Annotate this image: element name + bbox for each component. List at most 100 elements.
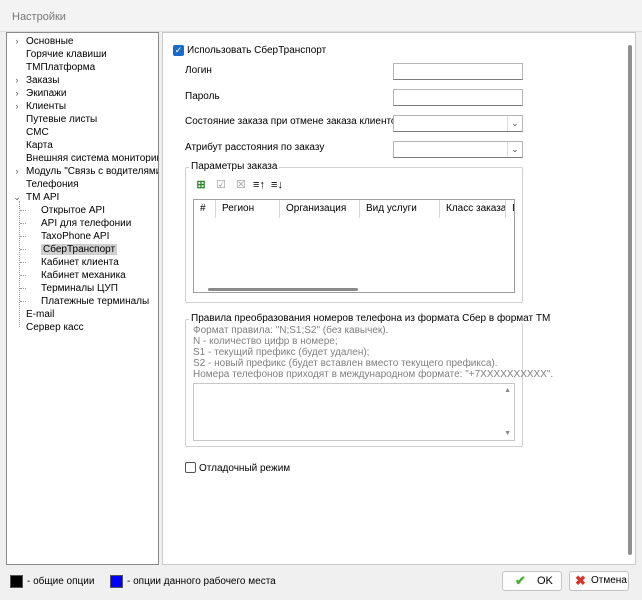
settings-panel: ✓ Использовать СберТранспорт Логин Парол… — [162, 32, 636, 565]
tree-item[interactable]: › Основные — [16, 35, 74, 48]
tree-item-label: Внешняя система мониторинга — [26, 153, 159, 164]
chevron-down-icon[interactable]: ⌄ — [12, 191, 22, 204]
tree-item[interactable]: Горячие клавиши — [26, 48, 107, 61]
tree-connector — [20, 275, 26, 276]
cancel-label: Отмена — [591, 575, 627, 586]
move-up-icon[interactable]: ≡↑ — [252, 178, 266, 192]
tree-item[interactable]: Кабинет клиента — [20, 256, 119, 269]
distance-attr-select[interactable]: ⌄ — [393, 141, 523, 158]
workplace-options-legend: - опции данного рабочего места — [127, 576, 276, 587]
column-header-order-class[interactable]: Класс заказа — [440, 200, 506, 218]
chevron-right-icon[interactable]: › — [12, 74, 22, 87]
phone-rules-hint-1: Формат правила: "N;S1;S2" (без кавычек). — [193, 325, 389, 336]
cancel-state-select[interactable]: ⌄ — [393, 115, 523, 132]
cancel-button[interactable]: ✖ Отмена — [569, 571, 629, 591]
tree-item[interactable]: › Заказы — [16, 74, 60, 87]
tree-item[interactable]: E-mail — [26, 308, 54, 321]
tree-item[interactable]: Открытое API — [20, 204, 105, 217]
tree-item-label: Основные — [26, 36, 74, 47]
tree-item[interactable]: Внешняя система мониторинга — [26, 152, 159, 165]
edit-icon[interactable]: ☑ — [214, 178, 228, 192]
table-horizontal-scrollbar[interactable] — [208, 288, 358, 291]
phone-rules-hint-4: S2 - новый префикс (будет вставлен вмест… — [193, 358, 498, 369]
tree-item-label: API для телефонии — [41, 218, 132, 229]
tree-item[interactable]: Карта — [26, 139, 53, 152]
tree-item-label: Кабинет клиента — [41, 257, 119, 268]
tree-item[interactable]: Сервер касс — [26, 321, 84, 334]
tree-item[interactable]: › Экипажи — [16, 87, 67, 100]
password-label: Пароль — [185, 91, 220, 102]
tree-item[interactable]: СберТранспорт — [20, 243, 118, 256]
use-sber-checkbox[interactable]: ✓ — [173, 45, 184, 56]
tree-item[interactable]: Кабинет механика — [20, 269, 126, 282]
title-bar: Настройки — [0, 0, 642, 32]
tree-item-label: СМС — [26, 127, 49, 138]
cancel-state-label: Состояние заказа при отмене заказа клиен… — [185, 116, 404, 127]
ok-button[interactable]: ✔ OK — [502, 571, 562, 591]
tree-item-label: E-mail — [26, 309, 55, 320]
tree-item[interactable]: API для телефонии — [20, 217, 132, 230]
tree-item[interactable]: ТМПлатформа — [26, 61, 95, 74]
column-header-service-type[interactable]: Вид услуги — [360, 200, 440, 218]
tree-item[interactable]: Телефония — [26, 178, 79, 191]
tree-item-label: ТМПлатформа — [26, 62, 96, 73]
tree-item-label: Заказы — [26, 75, 60, 86]
order-params-table[interactable]: # Регион Организация Вид услуги Класс за… — [193, 199, 515, 293]
tree-item-label: Терминалы ЦУП — [41, 283, 118, 294]
tree-item-label: Путевые листы — [26, 114, 98, 125]
window-title: Настройки — [12, 11, 66, 23]
tree-item[interactable]: › Модуль "Связь с водителями" — [16, 165, 159, 178]
common-options-swatch — [10, 575, 23, 588]
tree-connector — [20, 262, 26, 263]
column-header-region[interactable]: Регион — [216, 200, 280, 218]
phone-rules-hint-3: S1 - текущий префикс (будет удален); — [193, 347, 370, 358]
tree-item[interactable]: Путевые листы — [26, 113, 97, 126]
chevron-down-icon[interactable]: ⌄ — [507, 116, 522, 131]
chevron-down-icon[interactable]: ⌄ — [507, 142, 522, 157]
chevron-right-icon[interactable]: › — [12, 35, 22, 48]
chevron-right-icon[interactable]: › — [12, 87, 22, 100]
tree-item-label: Кабинет механика — [41, 270, 126, 281]
use-sber-label: Использовать СберТранспорт — [187, 45, 327, 56]
tree-item-label: ТМ API — [26, 192, 60, 203]
phone-rules-title: Правила преобразования номеров телефона … — [189, 313, 553, 324]
tree-item[interactable]: › Клиенты — [16, 100, 67, 113]
tree-connector — [20, 288, 26, 289]
column-header-organization[interactable]: Организация — [280, 200, 360, 218]
tree-item[interactable]: TaxoPhone API — [20, 230, 110, 243]
tree-item-label: TaxoPhone API — [41, 231, 110, 242]
phone-rules-hint-5: Номера телефонов приходят в международно… — [193, 369, 554, 380]
delete-icon[interactable]: ☒ — [234, 178, 248, 192]
column-header-number[interactable]: # — [194, 200, 216, 218]
tree-item[interactable]: СМС — [26, 126, 49, 139]
move-down-icon[interactable]: ≡↓ — [270, 178, 284, 192]
tree-connector — [19, 201, 20, 327]
chevron-right-icon[interactable]: › — [12, 100, 22, 113]
tree-item[interactable]: Платежные терминалы — [20, 295, 149, 308]
settings-tree[interactable]: › Основные Горячие клавиши ТМПлатформа › Зака… — [6, 32, 159, 565]
tree-item-label: Телефония — [26, 179, 79, 190]
debug-mode-checkbox[interactable] — [185, 462, 196, 473]
column-header-extra[interactable]: Ι — [506, 200, 514, 218]
password-input[interactable] — [393, 89, 523, 106]
add-icon[interactable]: ⊞ — [194, 178, 208, 192]
panel-scrollbar[interactable] — [628, 45, 632, 555]
phone-rules-hint-2: N - количество цифр в номере; — [193, 336, 338, 347]
footer: - общие опции - опции данного рабочего м… — [0, 566, 642, 600]
scroll-up-icon[interactable]: ▲ — [504, 387, 511, 394]
tree-connector — [20, 249, 26, 250]
distance-attr-label: Атрибут расстояния по заказу — [185, 142, 325, 153]
tree-item-label: СберТранспорт — [41, 244, 118, 255]
scroll-down-icon[interactable]: ▼ — [504, 430, 511, 437]
phone-rules-input[interactable]: ▲ ▼ — [193, 383, 515, 441]
tree-item[interactable]: Терминалы ЦУП — [20, 282, 118, 295]
login-input[interactable] — [393, 63, 523, 80]
tree-item-label: Клиенты — [26, 101, 67, 112]
chevron-right-icon[interactable]: › — [12, 165, 22, 178]
ok-label: OK — [537, 575, 553, 587]
tree-connector — [20, 210, 26, 211]
common-options-legend: - общие опции — [27, 576, 95, 587]
checkmark-icon: ✔ — [515, 573, 526, 588]
tree-item[interactable]: ⌄ ТМ API — [13, 191, 60, 204]
tree-item-label: Модуль "Связь с водителями" — [26, 166, 159, 177]
